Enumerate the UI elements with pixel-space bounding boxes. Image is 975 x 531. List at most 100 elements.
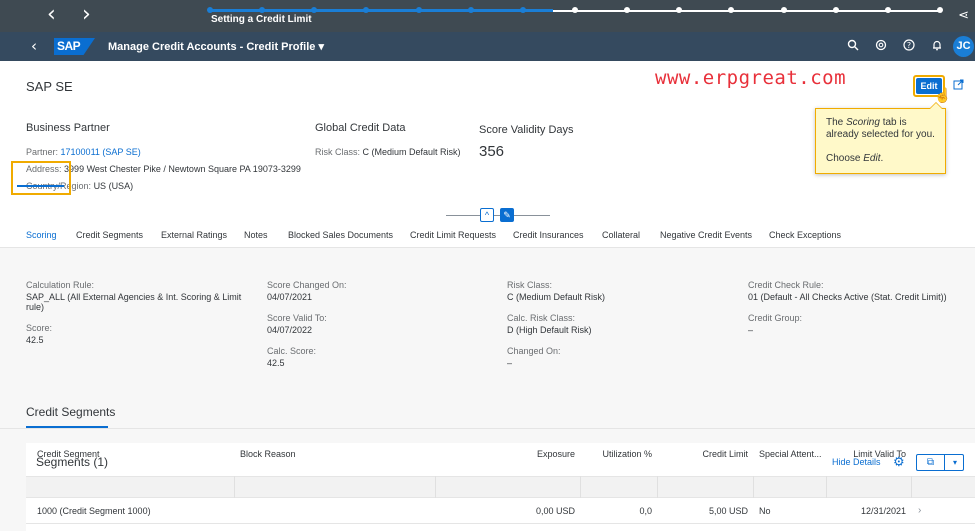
cell-special-attention: No [759, 506, 771, 516]
risk-class-label: Risk Class: [507, 280, 553, 290]
calc-risk-class-label: Calc. Risk Class: [507, 313, 576, 323]
tab-negative-credit-events[interactable]: Negative Credit Events [660, 230, 752, 240]
col-credit-limit[interactable]: Credit Limit [702, 449, 748, 459]
guided-tour-tooltip: The Scoring tab is already selected for … [815, 102, 946, 174]
scoring-tab-highlight [11, 161, 71, 195]
watermark: www.erpgreat.com [655, 67, 847, 89]
col-special-attention[interactable]: Special Attent... [759, 449, 822, 459]
tour-step-dot[interactable] [416, 7, 422, 13]
score-valid-label: Score Valid To: [267, 313, 327, 323]
tour-step-dot[interactable] [624, 7, 630, 13]
back-icon[interactable]: ‹ [31, 37, 37, 55]
segments-table-card: Segments (1) Hide Details ⚙ ⧉ ▾ Credit S… [26, 443, 975, 531]
score-changed-label: Score Changed On: [267, 280, 347, 290]
tour-step-dot[interactable] [885, 7, 891, 13]
partner-link[interactable]: 17100011 (SAP SE) [61, 147, 141, 157]
export-split-button[interactable]: ⧉ ▾ [916, 454, 964, 471]
score-validity-title: Score Validity Days [479, 124, 574, 136]
tab-scoring[interactable]: Scoring [26, 230, 57, 240]
calc-rule-value-2: rule) [26, 302, 45, 312]
tour-step-dot[interactable] [259, 7, 265, 13]
tour-step-dot[interactable] [781, 7, 787, 13]
tour-step-dot[interactable] [468, 7, 474, 13]
cell-limit-valid-to: 12/31/2021 [860, 506, 906, 516]
changed-on-label: Changed On: [507, 346, 561, 356]
scoring-tab-underline [17, 185, 64, 187]
section-divider [0, 428, 975, 429]
tour-step-dot[interactable] [520, 7, 526, 13]
tour-step-dot[interactable] [572, 7, 578, 13]
cell-credit-limit: 5,00 USD [708, 506, 748, 516]
row-navigation-icon[interactable]: › [918, 505, 921, 516]
credit-check-rule-value: 01 (Default - All Checks Active (Stat. C… [748, 292, 947, 302]
guided-tour-bar: ‹ › Setting a Credit Limit ⋖ [0, 0, 975, 32]
calc-score-label: Calc. Score: [267, 346, 317, 356]
sap-logo: SAP [54, 38, 95, 55]
tour-step-dot[interactable] [676, 7, 682, 13]
notifications-overview-icon[interactable] [874, 39, 888, 53]
col-credit-segment[interactable]: Credit Segment [37, 449, 100, 459]
pin-header-icon[interactable]: ✎ [500, 208, 514, 222]
export-icon[interactable]: ⧉ [917, 455, 945, 470]
tour-step-dot[interactable] [937, 7, 943, 13]
cell-utilization: 0,0 [639, 506, 652, 516]
user-avatar[interactable]: JC [953, 36, 974, 57]
tour-title: Setting a Credit Limit [211, 14, 312, 25]
tour-step-dot[interactable] [833, 7, 839, 13]
share-icon[interactable]: ⋖ [958, 7, 969, 23]
credit-segments-section-title: Credit Segments [26, 405, 116, 419]
tab-external-ratings[interactable]: External Ratings [161, 230, 227, 240]
tab-blocked-sales-documents[interactable]: Blocked Sales Documents [288, 230, 393, 240]
tab-credit-segments[interactable]: Credit Segments [76, 230, 143, 240]
col-utilization[interactable]: Utilization % [602, 449, 652, 459]
col-limit-valid-to[interactable]: Limit Valid To [853, 449, 906, 459]
tab-collateral[interactable]: Collateral [602, 230, 640, 240]
object-header: SAP SE www.erpgreat.com Edit ☝ The Scori… [0, 61, 975, 248]
score-value: 42.5 [26, 335, 44, 345]
tab-notes[interactable]: Notes [244, 230, 268, 240]
calc-rule-label: Calculation Rule: [26, 280, 95, 290]
tab-check-exceptions[interactable]: Check Exceptions [769, 230, 841, 240]
bell-icon[interactable] [930, 39, 944, 53]
risk-class-field: Risk Class: C (Medium Default Risk) [315, 147, 461, 157]
calc-rule-value-1: SAP_ALL (All External Agencies & Int. Sc… [26, 292, 242, 302]
partner-field: Partner: 17100011 (SAP SE) [26, 147, 141, 157]
score-changed-value: 04/07/2021 [267, 292, 313, 302]
header-toggle: ^ ✎ [446, 208, 550, 222]
score-validity-days: 356 [479, 143, 505, 160]
changed-on-value: – [507, 358, 513, 368]
cell-credit-segment: 1000 (Credit Segment 1000) [37, 506, 151, 516]
collapse-header-icon[interactable]: ^ [480, 208, 494, 222]
shell-bar: ‹ SAP Manage Credit Accounts - Credit Pr… [0, 32, 975, 61]
risk-class-value: C (Medium Default Risk) [507, 292, 606, 302]
credit-group-label: Credit Group: [748, 313, 803, 323]
cell-exposure: 0,00 USD [535, 506, 575, 516]
chevron-down-icon[interactable]: ▾ [946, 455, 964, 470]
col-block-reason[interactable]: Block Reason [240, 449, 296, 459]
svg-text:?: ? [907, 41, 911, 50]
score-valid-value: 04/07/2022 [267, 325, 313, 335]
tour-step-dot[interactable] [728, 7, 734, 13]
tour-step-dot[interactable] [363, 7, 369, 13]
score-label: Score: [26, 323, 53, 333]
chevron-right-icon[interactable]: › [82, 3, 91, 27]
help-icon[interactable]: ? [902, 39, 916, 53]
tour-step-dot[interactable] [311, 7, 317, 13]
search-icon[interactable] [846, 39, 860, 53]
business-partner-title: Business Partner [26, 122, 110, 134]
credit-check-rule-label: Credit Check Rule: [748, 280, 824, 290]
object-title: SAP SE [26, 79, 73, 94]
calc-score-value: 42.5 [267, 358, 285, 368]
external-link-icon[interactable] [953, 79, 964, 93]
tour-step-dot[interactable] [207, 7, 213, 13]
global-credit-title: Global Credit Data [315, 122, 406, 134]
tab-credit-insurances[interactable]: Credit Insurances [513, 230, 584, 240]
tab-bar: Scoring Credit Segments External Ratings No… [0, 223, 975, 248]
app-title-menu[interactable]: Manage Credit Accounts - Credit Profile … [108, 40, 324, 53]
tab-credit-limit-requests[interactable]: Credit Limit Requests [410, 230, 496, 240]
chevron-left-icon[interactable]: ‹ [47, 3, 56, 27]
col-exposure[interactable]: Exposure [537, 449, 575, 459]
calc-risk-class-value: D (High Default Risk) [507, 325, 592, 335]
table-header [26, 476, 975, 498]
credit-group-value: – [748, 325, 754, 335]
